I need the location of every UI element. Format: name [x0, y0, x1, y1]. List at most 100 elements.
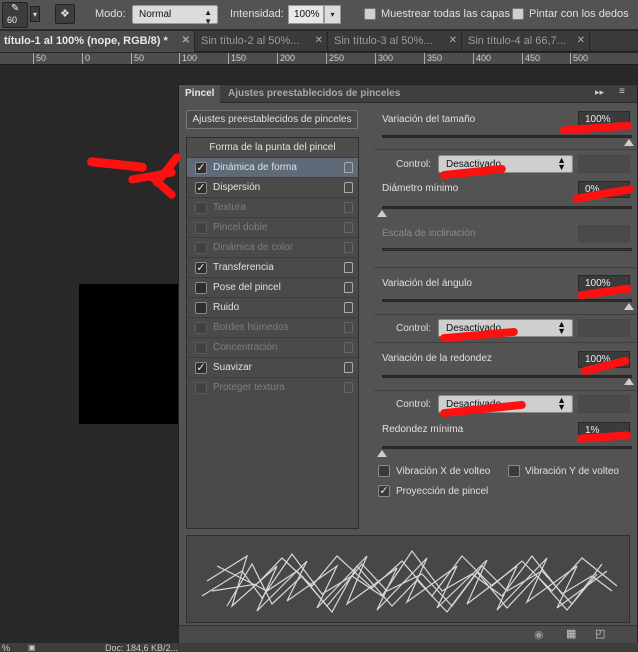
flip-y-checkbox[interactable] — [508, 465, 520, 477]
brush-stroke-preview — [186, 535, 630, 623]
close-icon[interactable]: ✕ — [449, 35, 457, 46]
tab-brush[interactable]: Pincel — [179, 85, 221, 103]
document-tabs: título-1 al 100% (nope, RGB/8) * ✕ Sin t… — [0, 31, 638, 52]
brush-size: 60 — [7, 15, 18, 25]
ruler-tick: 50 — [33, 53, 46, 64]
brush-projection-checkbox[interactable]: ✓ — [378, 485, 390, 497]
roundness-jitter-thumb[interactable] — [624, 378, 634, 385]
list-item-label: Pose del pincel — [213, 282, 281, 293]
grid-icon[interactable]: ▦ — [566, 627, 576, 640]
control-label: Control: — [396, 323, 432, 334]
close-icon[interactable]: ✕ — [182, 35, 190, 46]
checkbox-unchecked[interactable] — [195, 382, 207, 394]
tab-document-4[interactable]: Sin título-4 al 66,7... ✕ — [462, 31, 590, 52]
lock-icon[interactable] — [344, 262, 353, 273]
flip-x-checkbox[interactable] — [378, 465, 390, 477]
list-item-label: Transferencia — [213, 262, 274, 273]
document-canvas[interactable] — [79, 284, 179, 424]
lock-icon[interactable] — [344, 302, 353, 313]
close-icon[interactable]: ✕ — [577, 35, 585, 46]
checkbox-unchecked[interactable] — [195, 202, 207, 214]
list-item-build-up[interactable]: Concentración — [187, 338, 358, 358]
brush-panel-toggle[interactable]: ❖ — [55, 4, 75, 24]
list-item-noise[interactable]: Ruido — [187, 298, 358, 318]
list-item-brush-tip-shape[interactable]: Forma de la punta del pincel — [187, 138, 358, 158]
list-item-label: Proteger textura — [213, 382, 285, 393]
tab-document-2[interactable]: Sin título-2 al 50%... ✕ — [195, 31, 328, 52]
collapse-icon[interactable]: ▸▸ — [595, 87, 604, 98]
checkbox-unchecked[interactable] — [195, 282, 207, 294]
lock-icon[interactable] — [344, 362, 353, 373]
angle-jitter-thumb[interactable] — [624, 303, 634, 310]
finger-paint-checkbox[interactable] — [512, 8, 524, 20]
new-preset-icon[interactable]: ◰ — [595, 627, 605, 640]
min-diameter-thumb[interactable] — [377, 210, 387, 217]
tab-document-3[interactable]: Sin título-3 al 50%... ✕ — [328, 31, 462, 52]
list-item-color-dynamics[interactable]: Dinámica de color — [187, 238, 358, 258]
doc-info-icon[interactable]: ▣ — [28, 643, 36, 652]
lock-icon[interactable] — [344, 182, 353, 193]
list-item-scattering[interactable]: ✓ Dispersión — [187, 178, 358, 198]
mode-dropdown[interactable]: Normal ▲ ▼ — [132, 5, 218, 26]
checkbox-checked[interactable]: ✓ — [195, 182, 207, 194]
tab-brush-presets[interactable]: Ajustes preestablecidos de pinceles — [222, 85, 406, 103]
size-jitter-slider[interactable] — [382, 135, 632, 138]
checkbox-unchecked[interactable] — [195, 322, 207, 334]
sample-all-layers-label: Muestrear todas las capas — [381, 8, 511, 20]
list-item-wet-edges[interactable]: Bordes húmedos — [187, 318, 358, 338]
list-item-label: Dinámica de color — [213, 242, 294, 253]
brush-picker-arrow[interactable]: ▾ — [30, 6, 40, 22]
list-item-label: Concentración — [213, 342, 278, 353]
checkbox-checked[interactable]: ✓ — [195, 262, 207, 274]
lock-icon[interactable] — [344, 242, 353, 253]
lock-icon[interactable] — [344, 202, 353, 213]
min-diameter-slider[interactable] — [382, 206, 632, 209]
control-extra-field — [578, 155, 630, 173]
list-item-dual-brush[interactable]: Pincel doble — [187, 218, 358, 238]
checkbox-checked[interactable]: ✓ — [195, 162, 207, 174]
min-roundness-thumb[interactable] — [377, 450, 387, 457]
roundness-jitter-slider[interactable] — [382, 375, 632, 378]
list-item-label: Textura — [213, 202, 246, 213]
tilt-scale-label: Escala de inclinación — [382, 228, 476, 239]
checkbox-unchecked[interactable] — [195, 242, 207, 254]
brush-preset-picker[interactable]: ✎ 60 — [2, 2, 28, 28]
list-item-smoothing[interactable]: ✓ Suavizar — [187, 358, 358, 378]
checkbox-unchecked[interactable] — [195, 302, 207, 314]
flip-y-label: Vibración Y de volteo — [525, 466, 619, 477]
brush-presets-button[interactable]: Ajustes preestablecidos de pinceles — [186, 110, 358, 129]
checkbox-unchecked[interactable] — [195, 342, 207, 354]
list-item-brush-pose[interactable]: Pose del pincel — [187, 278, 358, 298]
sample-all-layers-checkbox[interactable] — [364, 8, 376, 20]
lock-icon[interactable] — [344, 222, 353, 233]
min-roundness-slider[interactable] — [382, 446, 632, 449]
lock-icon[interactable] — [344, 162, 353, 173]
close-icon[interactable]: ✕ — [315, 35, 323, 46]
control-label: Control: — [396, 159, 432, 170]
list-item-protect-texture[interactable]: Proteger textura — [187, 378, 358, 398]
list-item-shape-dynamics[interactable]: ✓ Dinámica de forma — [187, 158, 358, 178]
zoom-level[interactable]: % — [2, 643, 10, 652]
tab-document-1[interactable]: título-1 al 100% (nope, RGB/8) * ✕ — [0, 31, 195, 52]
lock-icon[interactable] — [344, 342, 353, 353]
panel-menu-icon[interactable]: ≡ — [619, 86, 625, 97]
min-roundness-label: Redondez mínima — [382, 424, 464, 435]
ruler-tick: 300 — [375, 53, 393, 64]
list-item-texture[interactable]: Textura — [187, 198, 358, 218]
checkbox-checked[interactable]: ✓ — [195, 362, 207, 374]
eye-icon[interactable]: ◉ — [534, 628, 544, 641]
ruler-tick: 500 — [570, 53, 588, 64]
angle-jitter-slider[interactable] — [382, 299, 632, 302]
intensity-slider-button[interactable]: ▾ — [324, 5, 341, 24]
checkbox-unchecked[interactable] — [195, 222, 207, 234]
size-jitter-thumb[interactable] — [624, 139, 634, 146]
brush-options-list: Forma de la punta del pincel ✓ Dinámica … — [186, 137, 359, 529]
ruler-tick: 250 — [326, 53, 344, 64]
lock-icon[interactable] — [344, 282, 353, 293]
lock-icon[interactable] — [344, 382, 353, 393]
tab-label: Sin título-3 al 50%... — [334, 35, 433, 47]
intensity-field[interactable]: 100% — [288, 5, 324, 24]
list-item-transfer[interactable]: ✓ Transferencia — [187, 258, 358, 278]
doc-size[interactable]: Doc: 184,6 KB/2... — [105, 643, 178, 652]
lock-icon[interactable] — [344, 322, 353, 333]
